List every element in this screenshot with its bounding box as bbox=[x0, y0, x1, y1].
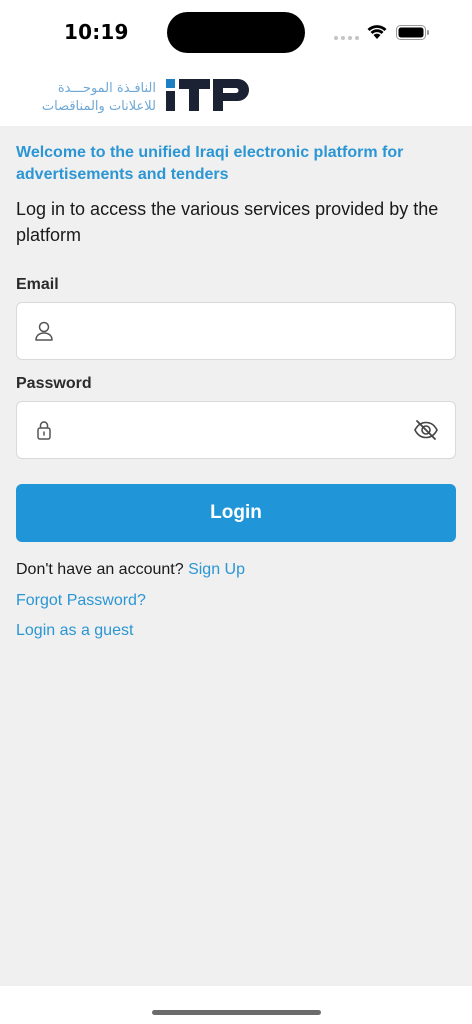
svg-text:النافـذة الموحـــدة: النافـذة الموحـــدة bbox=[58, 81, 156, 96]
status-time: 10:19 bbox=[64, 20, 129, 44]
login-button[interactable]: Login bbox=[16, 484, 456, 542]
email-field[interactable] bbox=[16, 302, 456, 360]
welcome-heading: Welcome to the unified Iraqi electronic … bbox=[16, 144, 404, 183]
login-subtitle: Log in to access the various services pr… bbox=[16, 199, 439, 245]
eye-off-icon[interactable] bbox=[413, 419, 439, 441]
itp-logo: النافـذة الموحـــدة للاعلانات والمناقصات bbox=[42, 79, 249, 114]
email-input[interactable] bbox=[69, 303, 399, 359]
home-indicator[interactable] bbox=[152, 1010, 321, 1015]
lock-icon bbox=[37, 421, 51, 440]
signup-link[interactable]: Sign Up bbox=[188, 561, 245, 578]
email-label: Email bbox=[16, 276, 59, 293]
status-bar: 10:19 bbox=[0, 0, 472, 66]
password-label: Password bbox=[16, 375, 92, 392]
guest-login-link[interactable]: Login as a guest bbox=[16, 622, 133, 640]
password-input[interactable] bbox=[69, 402, 399, 458]
cellular-signal-icon bbox=[334, 36, 360, 40]
wifi-icon bbox=[367, 25, 387, 39]
signup-prompt: Don't have an account? Sign Up bbox=[16, 561, 245, 579]
forgot-password-link[interactable]: Forgot Password? bbox=[16, 592, 146, 610]
no-account-text: Don't have an account? bbox=[16, 561, 184, 578]
svg-text:للاعلانات والمناقصات: للاعلانات والمناقصات bbox=[42, 99, 156, 114]
user-icon bbox=[35, 321, 53, 341]
battery-icon bbox=[396, 25, 429, 40]
home-bar-area bbox=[0, 986, 472, 1024]
password-field[interactable] bbox=[16, 401, 456, 459]
app-header: النافـذة الموحـــدة للاعلانات والمناقصات bbox=[0, 66, 472, 126]
dynamic-island bbox=[167, 12, 305, 53]
